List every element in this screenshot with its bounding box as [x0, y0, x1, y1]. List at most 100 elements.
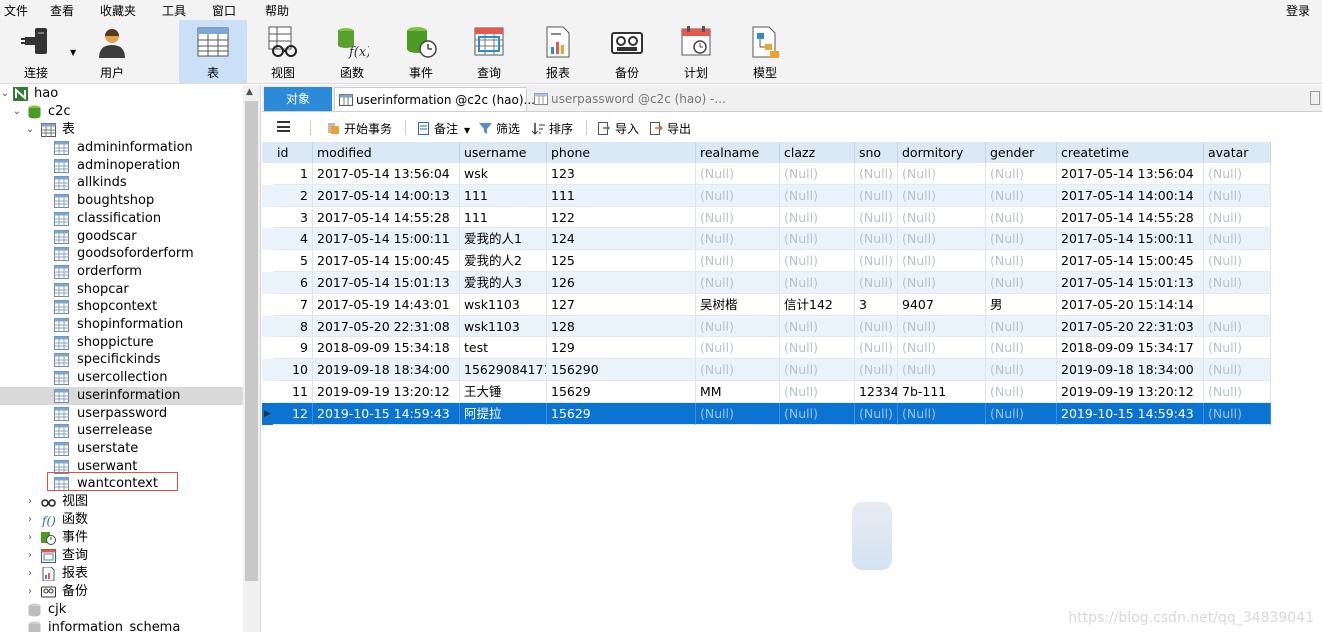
import-button[interactable]: 导入	[598, 120, 639, 137]
sort-button[interactable]: 排序	[532, 120, 573, 137]
cell-modified[interactable]: 2017-05-19 14:43:01	[313, 293, 460, 316]
cell-gender[interactable]: (Null)	[986, 228, 1057, 251]
tree-database[interactable]: ⌄ c2c	[0, 103, 243, 121]
cell-username[interactable]: 111	[460, 206, 547, 229]
cell-id[interactable]: 8	[273, 315, 313, 338]
tree-table-item[interactable]: goodscar	[0, 228, 243, 246]
cell-createtime[interactable]: 2017-05-14 15:00:11	[1057, 228, 1204, 251]
column-header-sno[interactable]: sno	[855, 142, 898, 163]
chevron-right-icon[interactable]: ›	[25, 493, 35, 511]
cell-username[interactable]: 爱我的人1	[460, 228, 547, 251]
chevron-down-icon[interactable]: ▼	[70, 48, 76, 57]
tree-table-item[interactable]: userinformation	[0, 386, 243, 405]
cell-gender[interactable]: (Null)	[986, 381, 1057, 403]
cell-dormitory[interactable]: (Null)	[898, 184, 986, 207]
cell-avatar[interactable]: (Null)	[1204, 163, 1271, 185]
cell-phone[interactable]: 129	[547, 337, 696, 360]
tree-events-folder[interactable]: › 事件	[0, 529, 243, 547]
filter-button[interactable]: 筛选	[479, 120, 520, 137]
cell-phone[interactable]: 122	[547, 206, 696, 229]
cell-avatar[interactable]: (Null)	[1204, 337, 1271, 360]
cell-clazz[interactable]: (Null)	[780, 184, 855, 207]
cell-id[interactable]: 12	[273, 402, 313, 425]
cell-sno[interactable]: 123344	[855, 381, 898, 403]
cell-phone[interactable]: 128	[547, 315, 696, 338]
tree-table-item[interactable]: goodsoforderform	[0, 245, 243, 263]
cell-phone[interactable]: 125	[547, 250, 696, 272]
toolbar-user-button[interactable]: 用户	[78, 20, 146, 83]
cell-phone[interactable]: 126	[547, 272, 696, 294]
cell-dormitory[interactable]: 9407	[898, 293, 986, 316]
cell-id[interactable]: 6	[273, 272, 313, 294]
column-header-clazz[interactable]: clazz	[780, 142, 855, 163]
tab-menu-icon[interactable]	[1310, 91, 1320, 105]
cell-realname[interactable]: 吴树楷	[696, 293, 780, 316]
cell-gender[interactable]: (Null)	[986, 337, 1057, 360]
cell-avatar[interactable]: (Null)	[1204, 250, 1271, 272]
cell-sno[interactable]: (Null)	[855, 206, 898, 229]
chevron-right-icon[interactable]: ›	[25, 565, 35, 583]
cell-gender[interactable]: (Null)	[986, 402, 1057, 425]
cell-dormitory[interactable]: 7b-111	[898, 381, 986, 403]
cell-modified[interactable]: 2017-05-14 15:00:11	[313, 228, 460, 251]
cell-sno[interactable]: (Null)	[855, 315, 898, 338]
menu-icon[interactable]	[277, 121, 290, 132]
cell-username[interactable]: 111	[460, 184, 547, 207]
scrollbar-thumb[interactable]	[245, 101, 258, 581]
tab-objects[interactable]: 对象	[264, 87, 332, 111]
cell-clazz[interactable]: (Null)	[780, 402, 855, 425]
cell-createtime[interactable]: 2017-05-20 15:14:14	[1057, 293, 1204, 316]
cell-sno[interactable]: (Null)	[855, 250, 898, 272]
cell-phone[interactable]: 123	[547, 163, 696, 185]
tree-database-cjk[interactable]: cjk	[0, 601, 243, 619]
cell-clazz[interactable]: (Null)	[780, 250, 855, 272]
cell-dormitory[interactable]: (Null)	[898, 206, 986, 229]
cell-avatar[interactable]: (Null)	[1204, 272, 1271, 294]
cell-realname[interactable]: (Null)	[696, 184, 780, 207]
cell-avatar[interactable]: (Null)	[1204, 381, 1271, 403]
cell-username[interactable]: 15629084171	[460, 359, 547, 381]
cell-username[interactable]: wsk1103	[460, 315, 547, 338]
table-row[interactable]: 2 2017-05-14 14:00:13 111 111 (Null) (Null) (N…	[262, 184, 1271, 207]
tree-table-item[interactable]: admininformation	[0, 139, 243, 157]
column-header-dormitory[interactable]: dormitory	[898, 142, 986, 163]
row-indicator[interactable]: ▶	[262, 403, 273, 425]
column-header-username[interactable]: username	[460, 142, 547, 163]
toolbar-model-button[interactable]: 模型	[731, 20, 799, 83]
cell-modified[interactable]: 2019-10-15 14:59:43	[313, 402, 460, 425]
cell-modified[interactable]: 2019-09-18 18:34:00	[313, 359, 460, 381]
chevron-up-icon[interactable]: ▲	[246, 87, 253, 97]
cell-realname[interactable]: (Null)	[696, 402, 780, 425]
cell-avatar[interactable]: (Null)	[1204, 206, 1271, 229]
cell-id[interactable]: 5	[273, 250, 313, 272]
toolbar-backup-button[interactable]: 备份	[593, 20, 661, 83]
row-indicator[interactable]	[262, 337, 273, 359]
cell-clazz[interactable]: (Null)	[780, 359, 855, 381]
menu-tools[interactable]: 工具	[162, 2, 186, 19]
tree-table-item[interactable]: specifickinds	[0, 351, 243, 369]
cell-avatar[interactable]: (Null)	[1204, 184, 1271, 207]
tree-connection[interactable]: ⌄ hao	[0, 85, 243, 103]
chevron-right-icon[interactable]: ›	[25, 547, 35, 565]
tree-table-item[interactable]: userpassword	[0, 405, 243, 423]
cell-id[interactable]: 1	[273, 163, 313, 185]
table-row[interactable]: 10 2019-09-18 18:34:00 15629084171 156290 (N…	[262, 359, 1271, 381]
chevron-down-icon[interactable]: ⌄	[0, 85, 10, 103]
menu-view[interactable]: 查看	[50, 2, 74, 19]
cell-realname[interactable]: (Null)	[696, 163, 780, 185]
toolbar-connect-button[interactable]: 连接 ▼	[2, 20, 76, 83]
cell-username[interactable]: 王大锤	[460, 381, 547, 403]
cell-sno[interactable]: (Null)	[855, 184, 898, 207]
cell-gender[interactable]: (Null)	[986, 250, 1057, 272]
cell-createtime[interactable]: 2019-10-15 14:59:43	[1057, 402, 1204, 425]
tab-userinformation[interactable]: userinformation @c2c (hao)...	[334, 87, 535, 111]
cell-gender[interactable]: (Null)	[986, 206, 1057, 229]
cell-modified[interactable]: 2019-09-19 13:20:12	[313, 381, 460, 403]
menu-file[interactable]: 文件	[4, 2, 28, 19]
chevron-down-icon[interactable]: ⌄	[25, 121, 35, 139]
cell-id[interactable]: 4	[273, 228, 313, 251]
column-header-createtime[interactable]: createtime	[1057, 142, 1204, 163]
row-indicator[interactable]	[262, 185, 273, 207]
toolbar-function-button[interactable]: f(x) 函数	[318, 20, 386, 83]
cell-clazz[interactable]: (Null)	[780, 381, 855, 403]
